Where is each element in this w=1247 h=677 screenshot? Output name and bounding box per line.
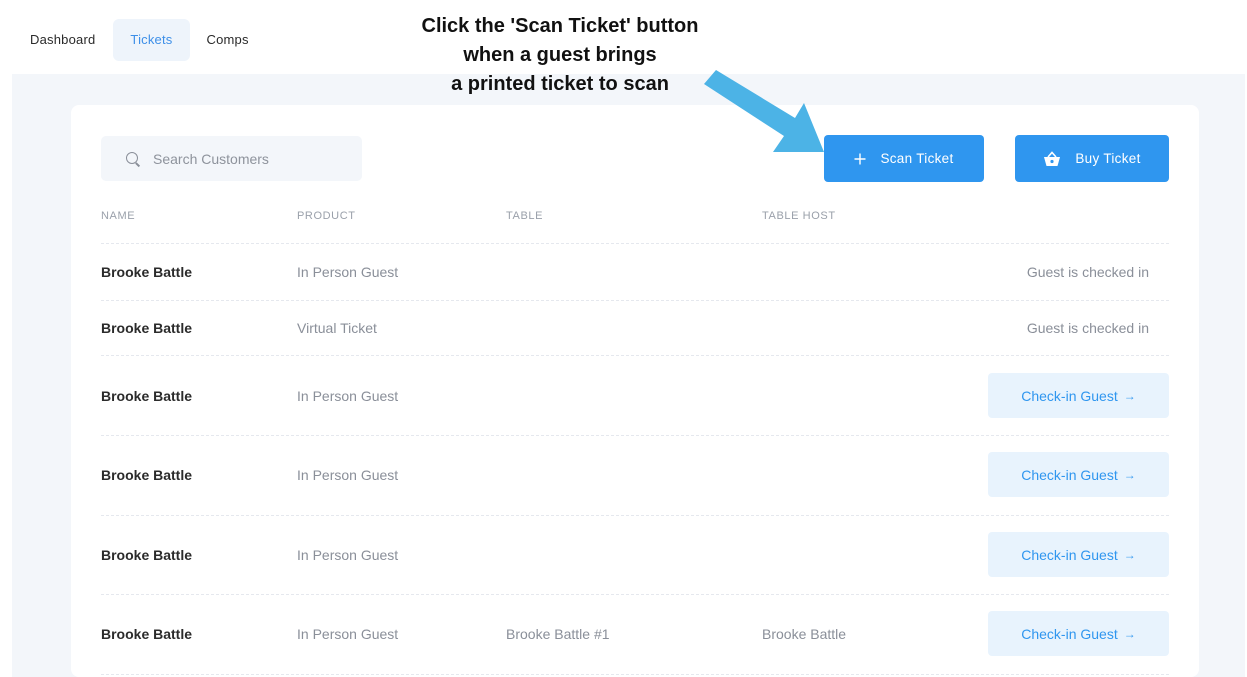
- column-header-product: PRODUCT: [297, 210, 356, 222]
- plus-icon: [854, 153, 866, 165]
- cell-table-host: Brooke Battle: [762, 626, 847, 642]
- cell-table: Brooke Battle #1: [506, 626, 610, 642]
- arrow-right-icon: →: [1123, 547, 1136, 562]
- row-divider: [101, 243, 1169, 244]
- cell-product: In Person Guest: [297, 388, 399, 404]
- check-in-guest-button[interactable]: Check-in Guest →: [988, 611, 1169, 656]
- cell-name: Brooke Battle: [101, 626, 193, 642]
- cell-name: Brooke Battle: [101, 264, 193, 280]
- tab-tickets[interactable]: Tickets: [113, 19, 190, 61]
- cell-name: Brooke Battle: [101, 388, 193, 404]
- cell-name: Brooke Battle: [101, 467, 193, 483]
- cell-product: In Person Guest: [297, 264, 399, 280]
- row-divider: [101, 594, 1169, 595]
- search-icon: [125, 151, 141, 167]
- annotation-arrow-icon: [704, 70, 824, 152]
- row-divider: [101, 674, 1169, 675]
- column-header-name: NAME: [101, 210, 136, 222]
- arrow-right-icon: →: [1123, 626, 1136, 641]
- tab-dashboard[interactable]: Dashboard: [0, 19, 113, 61]
- cell-product: In Person Guest: [297, 547, 399, 563]
- check-in-guest-button[interactable]: Check-in Guest →: [988, 452, 1169, 497]
- top-nav: Dashboard Tickets Comps: [0, 19, 266, 61]
- row-divider: [101, 515, 1169, 516]
- check-in-guest-button[interactable]: Check-in Guest →: [988, 373, 1169, 418]
- status-checked-in: Guest is checked in: [1026, 320, 1149, 336]
- check-in-label: Check-in Guest: [1021, 625, 1118, 642]
- row-divider: [101, 435, 1169, 436]
- check-in-label: Check-in Guest: [1021, 466, 1118, 483]
- column-header-table-host: TABLE HOST: [762, 210, 836, 222]
- row-divider: [101, 300, 1169, 301]
- cell-product: Virtual Ticket: [297, 320, 377, 336]
- check-in-label: Check-in Guest: [1021, 546, 1118, 563]
- tab-comps[interactable]: Comps: [190, 19, 266, 61]
- column-header-table: TABLE: [506, 210, 544, 222]
- cell-product: In Person Guest: [297, 467, 399, 483]
- annotation-line-1: Click the 'Scan Ticket' button: [421, 15, 699, 37]
- arrow-right-icon: →: [1123, 388, 1136, 403]
- scan-ticket-label: Scan Ticket: [880, 151, 954, 166]
- cell-name: Brooke Battle: [101, 547, 193, 563]
- search-box[interactable]: [101, 136, 362, 181]
- status-checked-in: Guest is checked in: [1026, 264, 1149, 280]
- cell-name: Brooke Battle: [101, 320, 193, 336]
- scan-ticket-button[interactable]: Scan Ticket: [824, 135, 984, 182]
- arrow-right-icon: →: [1123, 467, 1136, 482]
- buy-ticket-label: Buy Ticket: [1075, 151, 1141, 166]
- buy-ticket-button[interactable]: Buy Ticket: [1015, 135, 1169, 182]
- check-in-label: Check-in Guest: [1021, 387, 1118, 404]
- search-input[interactable]: [153, 150, 353, 167]
- row-divider: [101, 355, 1169, 356]
- check-in-guest-button[interactable]: Check-in Guest →: [988, 532, 1169, 577]
- basket-icon: [1043, 150, 1061, 167]
- cell-product: In Person Guest: [297, 626, 399, 642]
